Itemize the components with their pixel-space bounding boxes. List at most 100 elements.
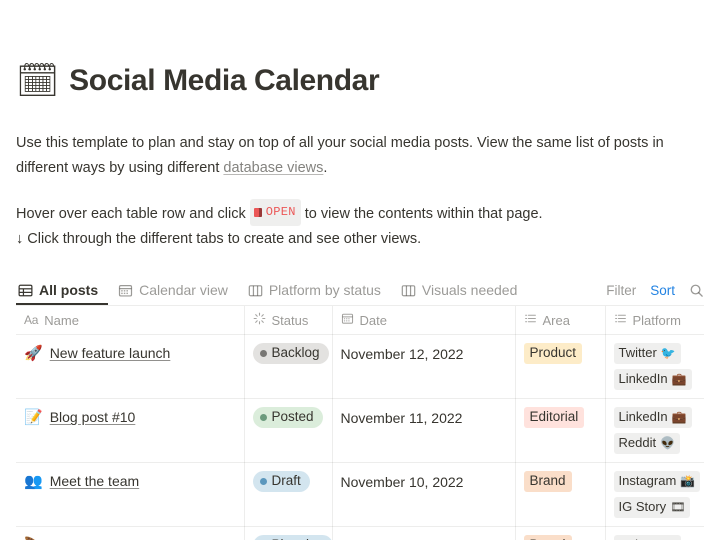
status-label: Posted [271, 409, 314, 425]
platform-label: Reddit [618, 435, 657, 451]
calendar-emoji-icon: 🗓 [16, 61, 60, 100]
cell-area[interactable]: Brand [515, 462, 606, 528]
date-value: November 11, 2022 [340, 410, 463, 427]
status-badge: Planning [252, 535, 334, 540]
text-aa-icon: Aa [24, 313, 39, 328]
tab-visuals-needed[interactable]: Visuals needed [391, 282, 527, 305]
board-icon [248, 283, 263, 298]
tab-calendar-view[interactable]: Calendar view [108, 282, 238, 305]
platform-emoji-icon: 👽 [660, 436, 676, 451]
status-dot-icon [259, 413, 267, 421]
platform-emoji-icon: 💼 [671, 410, 687, 425]
status-label: Draft [271, 473, 301, 489]
platform-tag: LinkedIn 💼 [613, 407, 692, 429]
platform-tag: LinkedIn 💼 [613, 369, 692, 391]
page-title: Social Media Calendar [69, 64, 380, 98]
view-tabs: All posts Calendar view Platform by stat… [16, 282, 527, 305]
filter-button[interactable]: Filter [606, 283, 636, 298]
tab-label: All posts [39, 282, 99, 299]
column-header-date[interactable]: Date [332, 306, 516, 336]
platform-label: Instagram [618, 473, 677, 489]
hover-text-a: Hover over each table row and click [16, 206, 246, 223]
platform-emoji-icon: 📸 [680, 474, 696, 489]
cell-status[interactable]: Backlog [244, 334, 333, 400]
cell-name[interactable]: 👥 Meet the team [16, 462, 245, 528]
page-title-row: 🗓 Social Media Calendar [16, 0, 704, 117]
status-dot-icon [259, 349, 267, 357]
open-badge-label: OPEN [265, 205, 296, 220]
column-header-status[interactable]: Status [244, 306, 333, 336]
platform-tag: IG Story 🎞 [613, 497, 691, 519]
cell-platform[interactable]: Twitter🐦LinkedIn💼 [605, 334, 704, 400]
multiselect-list-icon [524, 312, 537, 328]
cell-name[interactable]: 🚀 New feature launch [16, 334, 245, 400]
table-row[interactable]: 🚀 New feature launch Backlog November 12, 2… [16, 334, 704, 400]
notion-page: 🗓 Social Media Calendar Use this templat… [0, 0, 720, 540]
cell-status[interactable]: Draft [244, 462, 333, 528]
sort-button[interactable]: Sort [650, 283, 675, 298]
date-value: November 12, 2022 [340, 346, 464, 363]
row-title-link[interactable]: Blog post #10 [50, 409, 136, 425]
tab-label: Calendar view [139, 282, 228, 299]
table-icon [18, 283, 33, 298]
date-value: November 9, 2022 [341, 535, 507, 540]
database-views-link[interactable]: database views [223, 160, 323, 176]
cell-name[interactable]: 📝 Blog post #10 [16, 398, 245, 464]
status-badge: Backlog [252, 343, 329, 365]
table-row[interactable]: 📝 Blog post #10 Posted November 11, 2022 Edi… [16, 398, 704, 464]
column-label: Date [359, 312, 387, 328]
column-label: Area [542, 312, 570, 328]
cell-status[interactable]: Planning [244, 526, 334, 540]
page-square-icon [253, 208, 262, 218]
platform-emoji-icon: 🎞 [670, 500, 686, 515]
cell-platform[interactable]: Instagram 📸 IG Story 🎞 [605, 462, 704, 528]
cell-platform[interactable]: LinkedIn 💼 Reddit 👽 [605, 398, 704, 464]
cell-platform[interactable]: Twitter🐦LinkedIn💼 [605, 526, 704, 540]
table-row[interactable]: 🪶We're hiring Planning November 9, 2022 Bra… [16, 526, 704, 540]
column-label: Status [271, 312, 309, 328]
calendar-icon [341, 312, 354, 328]
cell-date[interactable]: November 10, 2022 [332, 462, 516, 528]
row-title-link[interactable]: Meet the team [50, 473, 140, 489]
cell-date[interactable]: November 11, 2022 [332, 398, 516, 464]
row-emoji-icon: 👥 [24, 472, 43, 490]
tab-label: Platform by status [268, 282, 381, 299]
column-header-name[interactable]: Aa Name [16, 306, 245, 336]
cell-date[interactable]: November 9, 2022 [332, 526, 516, 540]
platform-emoji-icon: 💼 [671, 372, 687, 387]
area-tag: Editorial [523, 407, 585, 429]
column-header-platform[interactable]: Platform [605, 306, 704, 336]
platform-label: LinkedIn [618, 371, 668, 387]
multiselect-list-icon [614, 312, 627, 328]
open-badge[interactable]: OPEN [249, 199, 301, 227]
tab-platform-by-status[interactable]: Platform by status [238, 282, 391, 305]
row-emoji-icon: 📝 [24, 408, 43, 426]
cell-name[interactable]: 🪶We're hiring [16, 526, 245, 540]
view-tab-bar: All posts Calendar view Platform by stat… [16, 274, 704, 307]
tab-label: Visuals needed [421, 282, 518, 299]
cell-area[interactable]: Editorial [515, 398, 606, 464]
area-tag: Brand [523, 535, 572, 540]
cell-status[interactable]: Posted [244, 398, 333, 464]
tab-all-posts[interactable]: All posts [16, 282, 108, 305]
table-header-row: Aa Name Status Date Area Platform [16, 306, 704, 336]
view-toolbar: Filter Sort [606, 283, 704, 298]
cell-area[interactable]: Product [515, 334, 606, 400]
platform-label: IG Story [618, 499, 667, 515]
status-badge: Draft [252, 471, 310, 493]
row-title-link[interactable]: New feature launch [50, 345, 171, 361]
search-icon[interactable] [689, 283, 704, 298]
platform-emoji-icon: 🐦 [660, 346, 676, 361]
column-header-area[interactable]: Area [515, 306, 606, 336]
table-body: 🚀 New feature launch Backlog November 12, 2… [16, 334, 704, 540]
cell-date[interactable]: November 12, 2022 [332, 334, 516, 400]
tabs-hint-text: ↓ Click through the different tabs to cr… [16, 231, 422, 248]
table-row[interactable]: 👥 Meet the team Draft November 10, 2022 Bran… [16, 462, 704, 528]
platform-tag: Instagram 📸 [613, 471, 701, 493]
hover-text-b: to view the contents within that page. [304, 206, 543, 223]
intro-paragraph-2: Hover over each table row and click OPEN… [16, 199, 704, 252]
calendar-icon [118, 283, 133, 298]
row-emoji-icon: 🚀 [24, 344, 43, 362]
cell-area[interactable]: Brand [515, 526, 606, 540]
intro-text-a: Use this template to plan and stay on to… [16, 135, 664, 177]
